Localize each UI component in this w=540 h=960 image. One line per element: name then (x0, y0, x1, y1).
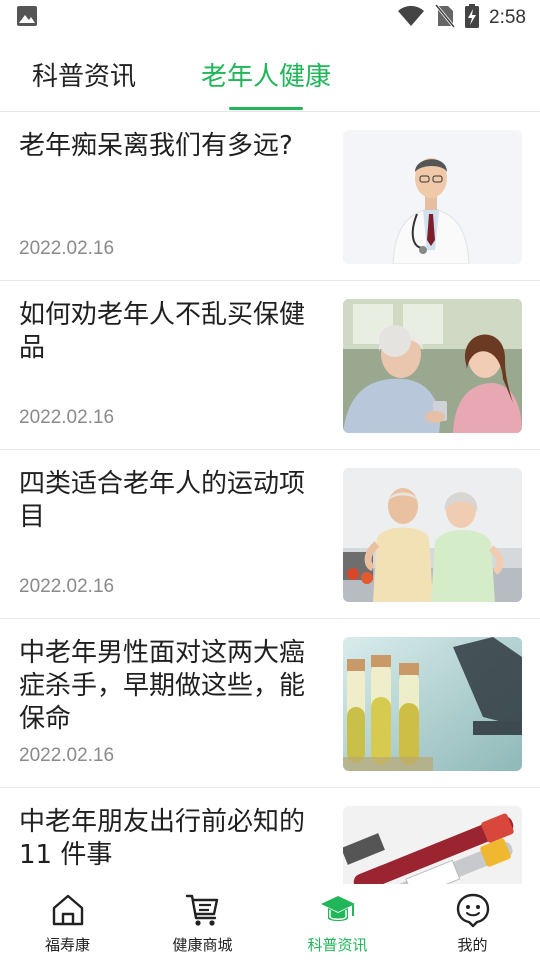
news-item[interactable]: 四类适合老年人的运动项目 2022.02.16 (0, 450, 540, 619)
nav-item-home[interactable]: 福寿康 (0, 884, 135, 960)
nav-label: 健康商城 (172, 936, 233, 954)
news-date: 2022.02.16 (19, 238, 115, 259)
no-sim-icon (434, 4, 456, 32)
news-title: 四类适合老年人的运动项目 (19, 469, 306, 532)
tab-label: 老年人健康 (200, 61, 331, 92)
status-bar: 2:58 (0, 0, 540, 36)
news-date: 2022.02.16 (19, 576, 115, 597)
tab-label: 科普资讯 (31, 61, 136, 92)
active-tab-indicator (229, 107, 303, 110)
news-date: 2022.02.16 (19, 745, 115, 766)
nav-label: 福寿康 (44, 936, 90, 954)
elderly-couple-exercising-photo (343, 468, 522, 602)
wifi-icon (397, 5, 425, 31)
elderly-woman-with-caregiver-photo (343, 299, 522, 433)
news-title: 中老年朋友出行前必知的11 件事 (19, 807, 306, 870)
app-screen: 2:58 科普资讯 老年人健康 老年痴呆离我们有多远? 2022.02.16 如… (0, 0, 540, 960)
image-icon (16, 5, 38, 31)
news-title: 中老年男性面对这两大癌症杀手，早期做这些，能保命 (19, 638, 306, 734)
bottom-nav: 福寿康 健康商城 科普资讯 我的 (0, 884, 540, 960)
home-icon (52, 894, 83, 926)
news-list: 老年痴呆离我们有多远? 2022.02.16 如何劝老年人不乱买保健品 2022… (0, 112, 540, 884)
battery-charging-icon (465, 4, 480, 32)
cart-icon (185, 894, 218, 926)
tab-science-news[interactable]: 科普资讯 (14, 36, 154, 112)
doctor-photo (343, 130, 522, 264)
nav-item-shop[interactable]: 健康商城 (135, 884, 270, 960)
nav-item-mine[interactable]: 我的 (405, 884, 540, 960)
tab-elderly-health[interactable]: 老年人健康 (188, 36, 344, 112)
graduation-cap-icon (320, 896, 355, 921)
news-title: 如何劝老年人不乱买保健品 (19, 300, 306, 363)
nav-label: 我的 (457, 936, 488, 954)
nav-item-science-news[interactable]: 科普资讯 (270, 884, 405, 960)
category-tabs: 科普资讯 老年人健康 (0, 36, 540, 112)
news-item[interactable]: 中老年朋友出行前必知的11 件事 (0, 788, 540, 884)
nav-label: 科普资讯 (307, 936, 368, 954)
status-time: 2:58 (489, 7, 526, 28)
blood-test-tubes-photo (343, 806, 522, 884)
news-item[interactable]: 如何劝老年人不乱买保健品 2022.02.16 (0, 281, 540, 450)
test-tubes-microscope-photo (343, 637, 522, 771)
chat-face-icon (456, 893, 489, 928)
news-title: 老年痴呆离我们有多远? (19, 131, 293, 161)
news-item[interactable]: 中老年男性面对这两大癌症杀手，早期做这些，能保命 2022.02.16 (0, 619, 540, 788)
news-date: 2022.02.16 (19, 407, 115, 428)
news-item[interactable]: 老年痴呆离我们有多远? 2022.02.16 (0, 112, 540, 281)
